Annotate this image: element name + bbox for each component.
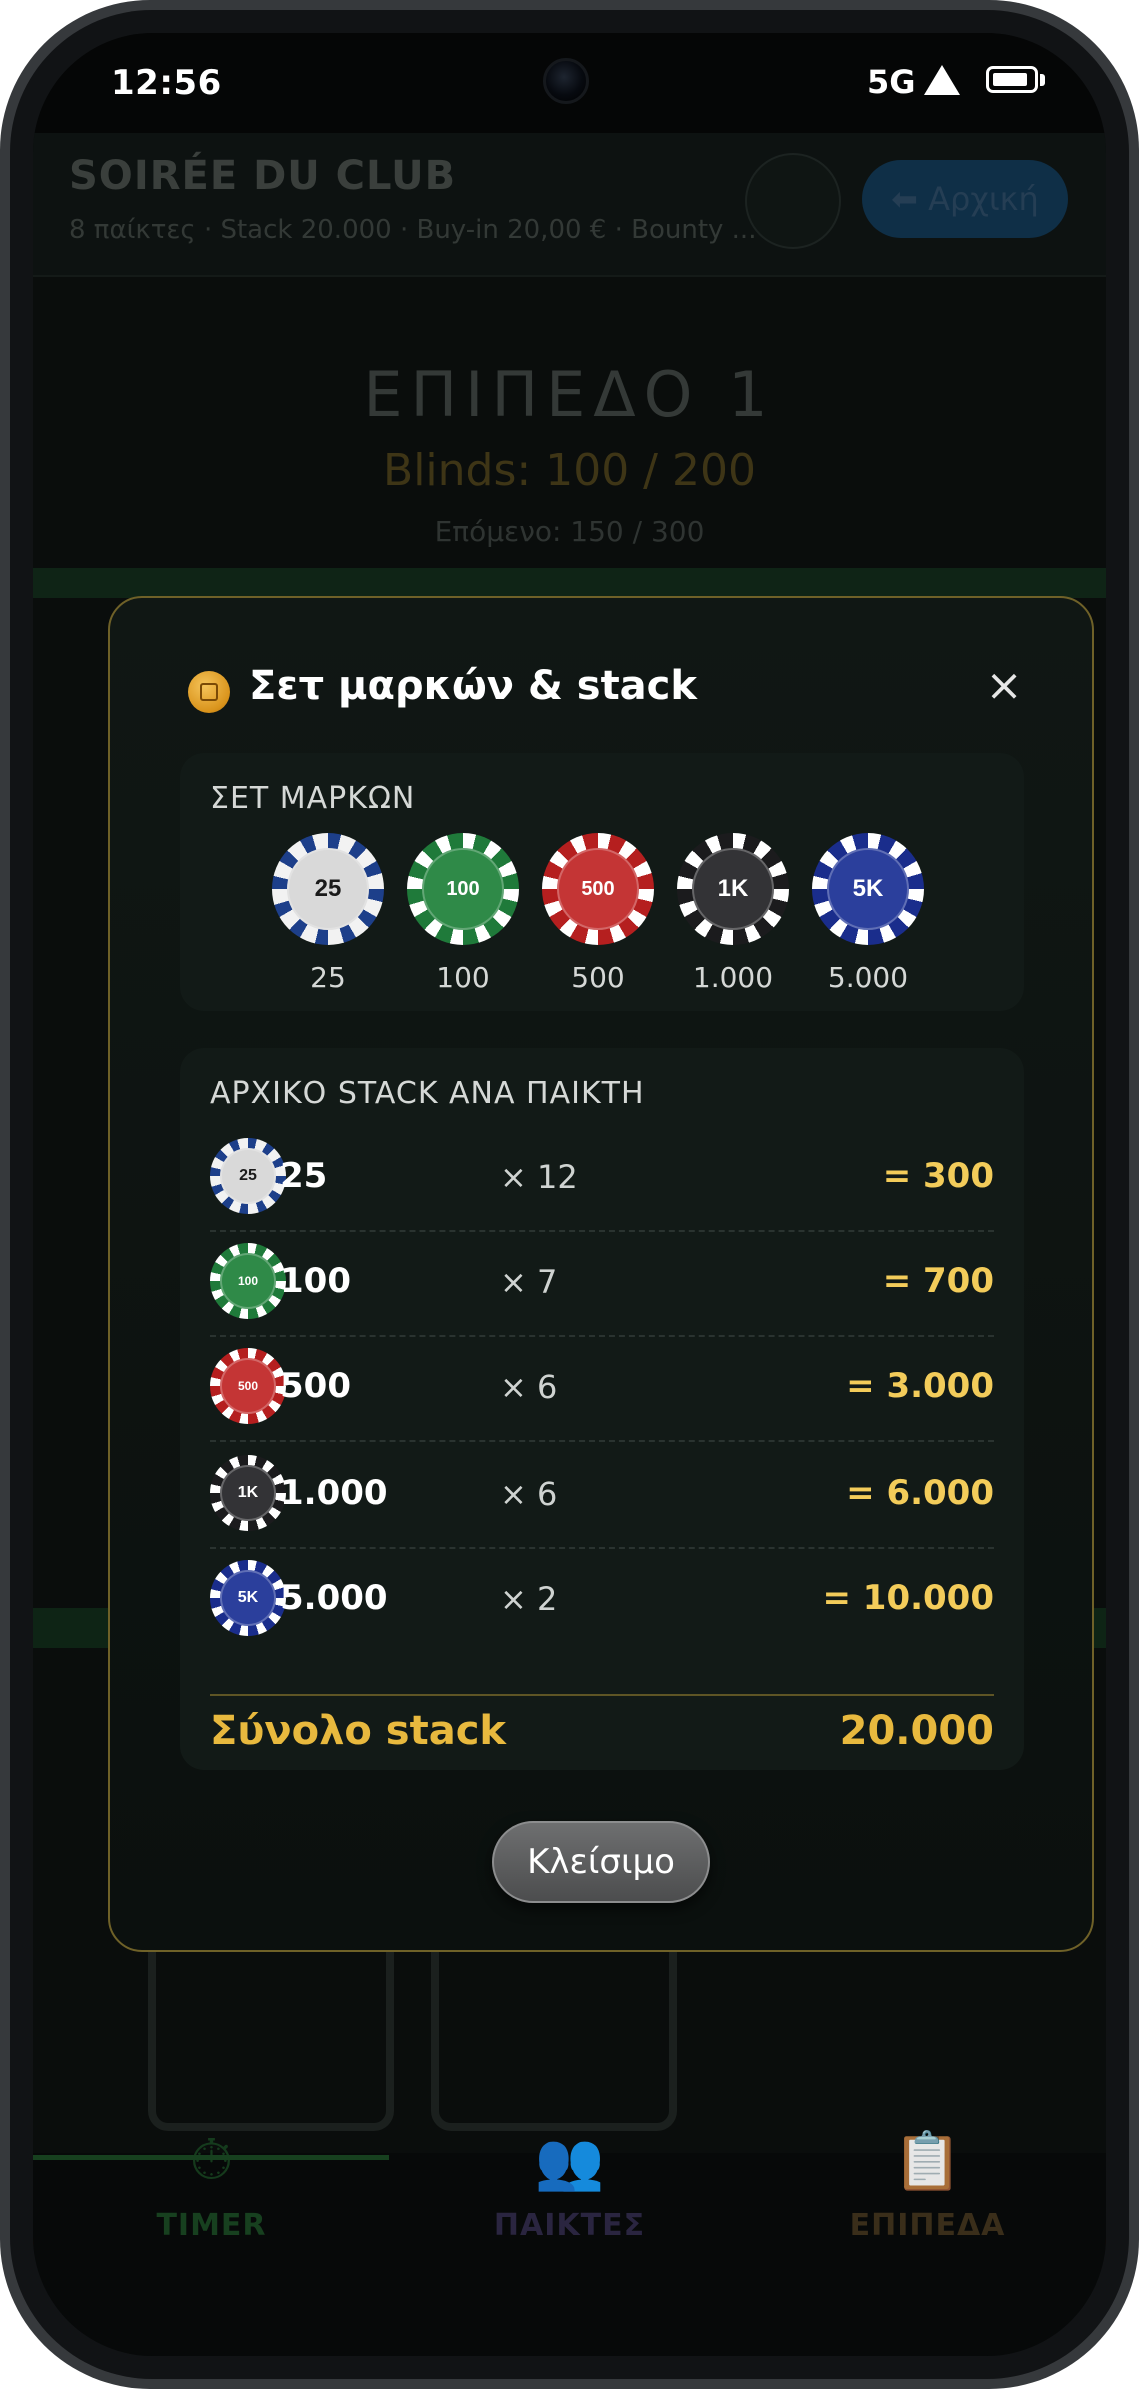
players-icon: 👥 — [534, 2129, 605, 2194]
row-chip-icon: 1K — [210, 1455, 286, 1531]
modal-title: Σετ μαρκών & stack — [249, 663, 697, 709]
coin-icon — [188, 671, 230, 713]
row-multiplier: × 6 — [500, 1368, 558, 1406]
status-bar: 12:56 5G — [33, 33, 1106, 133]
row-divider — [210, 1547, 994, 1549]
camera-icon — [543, 58, 589, 104]
total-stack-value: 20.000 — [839, 1708, 994, 1754]
next-blinds-label: Επόμενο: 150 / 300 — [434, 515, 705, 548]
row-chip-icon: 100 — [210, 1243, 286, 1319]
row-subtotal: = 700 — [882, 1261, 994, 1301]
row-chip-value: 25 — [280, 1156, 328, 1196]
row-subtotal: = 10.000 — [822, 1578, 994, 1618]
row-subtotal: = 6.000 — [846, 1473, 994, 1513]
progress-strip — [33, 568, 1106, 598]
row-divider — [210, 1230, 994, 1232]
level-title: ΕΠΙΠΕΔΟ 1 — [363, 358, 776, 431]
row-multiplier: × 2 — [500, 1580, 558, 1618]
network-label: 5G — [867, 63, 916, 101]
tab-timer[interactable]: TIMER — [33, 2208, 390, 2243]
row-subtotal: = 300 — [882, 1156, 994, 1196]
tournament-title: SOIRÉE DU CLUB — [69, 153, 457, 199]
control-card — [431, 1923, 677, 2131]
total-stack-label: Σύνολο stack — [210, 1708, 507, 1754]
close-button[interactable]: Κλείσιμο — [492, 1821, 710, 1903]
screen: 12:56 5G SOIRÉE DU CLUB 8 παίκτες · Stac… — [33, 33, 1106, 2356]
chip-5000: 5K — [812, 833, 924, 945]
row-chip-value: 500 — [280, 1366, 351, 1406]
row-chip-value: 5.000 — [280, 1578, 388, 1618]
chip-set-modal: Σετ μαρκών & stack × ΣΕΤ ΜΑΡΚΩΝ 25 25 100 1… — [108, 596, 1094, 1952]
chip-caption: 25 — [310, 961, 346, 994]
control-card — [148, 1923, 394, 2131]
chip-set-panel: ΣΕΤ ΜΑΡΚΩΝ 25 25 100 100 500 500 1K 1.000 5K 5.00… — [180, 753, 1024, 1011]
chip-1000: 1K — [677, 833, 789, 945]
row-subtotal: = 3.000 — [846, 1366, 994, 1406]
blinds-label: Blinds: 100 / 200 — [383, 445, 756, 496]
battery-icon — [986, 66, 1038, 93]
row-multiplier: × 12 — [500, 1158, 578, 1196]
chip-25: 25 — [272, 833, 384, 945]
chip-500: 500 — [542, 833, 654, 945]
row-divider — [210, 1440, 994, 1442]
row-divider — [210, 1335, 994, 1337]
chip-caption: 5.000 — [827, 961, 909, 994]
chip-caption: 1.000 — [692, 961, 774, 994]
chip-caption: 500 — [571, 961, 625, 994]
starting-stack-label: ΑΡΧΙΚΟ STACK ΑΝΑ ΠΑΙΚΤΗ — [210, 1076, 645, 1111]
tab-players[interactable]: ΠΑΙΚΤΕΣ — [391, 2208, 748, 2243]
row-chip-icon: 500 — [210, 1348, 286, 1424]
stopwatch-icon: ⏱ — [189, 2128, 234, 2193]
home-button[interactable]: ⬅ Αρχική — [862, 160, 1068, 238]
starting-stack-panel: ΑΡΧΙΚΟ STACK ΑΝΑ ΠΑΙΚΤΗ 25 25 × 12 = 300 100… — [180, 1048, 1024, 1770]
status-time: 12:56 — [111, 63, 222, 103]
total-divider — [210, 1694, 994, 1696]
clipboard-icon: 📋 — [892, 2129, 963, 2194]
chip-set-label: ΣΕΤ ΜΑΡΚΩΝ — [210, 781, 416, 816]
chip-caption: 100 — [436, 961, 490, 994]
tab-levels[interactable]: ΕΠΙΠΕΔΑ — [749, 2208, 1106, 2243]
tournament-subtitle: 8 παίκτες · Stack 20.000 · Buy-in 20,00 … — [69, 215, 757, 245]
presenter-icon[interactable] — [745, 153, 841, 249]
battery-tip — [1040, 74, 1045, 86]
row-chip-icon: 5K — [210, 1560, 286, 1636]
close-icon[interactable]: × — [976, 658, 1032, 714]
row-multiplier: × 6 — [500, 1475, 558, 1513]
app-header: SOIRÉE DU CLUB 8 παίκτες · Stack 20.000 … — [33, 133, 1106, 277]
row-chip-value: 100 — [280, 1261, 351, 1301]
row-chip-value: 1.000 — [280, 1473, 388, 1513]
signal-icon — [924, 65, 960, 95]
row-multiplier: × 7 — [500, 1263, 558, 1301]
chip-100: 100 — [407, 833, 519, 945]
row-chip-icon: 25 — [210, 1138, 286, 1214]
